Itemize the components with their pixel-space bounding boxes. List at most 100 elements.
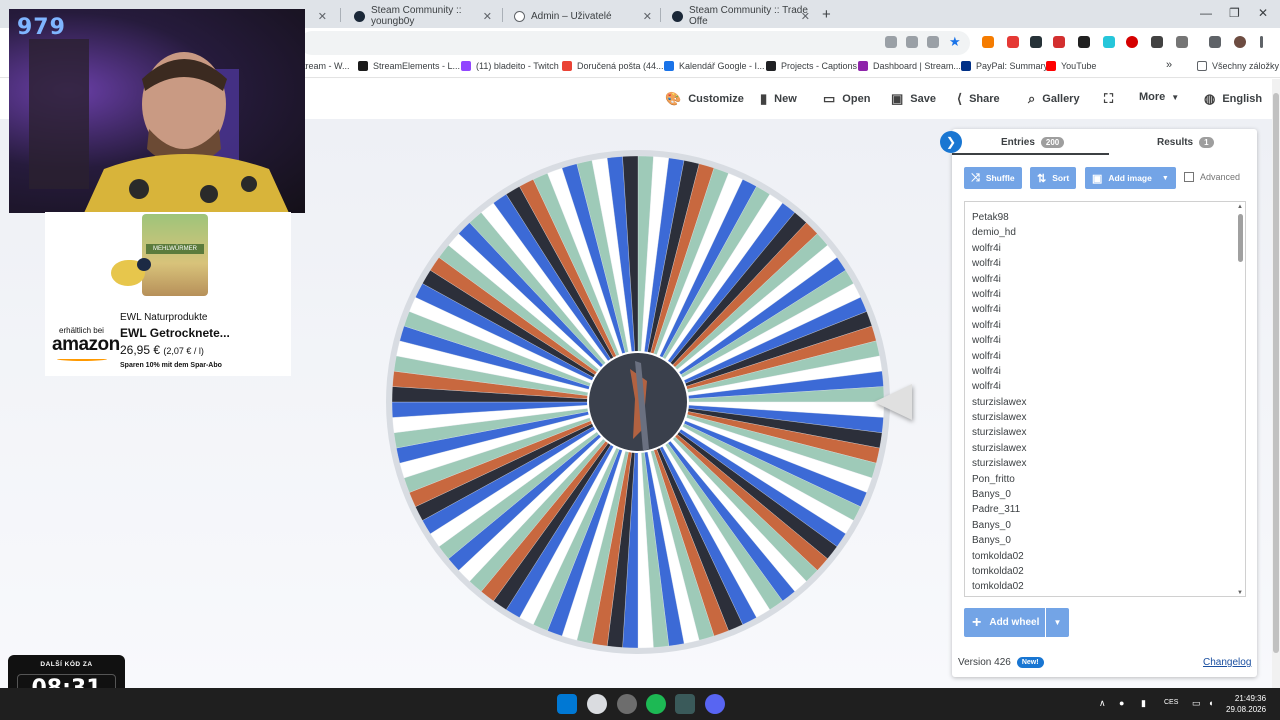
close-window-icon[interactable]: ✕ xyxy=(1258,6,1268,20)
fullscreen-button[interactable]: ⛶ xyxy=(1104,91,1120,107)
entry-line[interactable]: wolfr4i xyxy=(965,333,1026,348)
obs-icon[interactable] xyxy=(617,694,637,714)
entry-line[interactable]: Petak98 xyxy=(965,210,1026,225)
entry-line[interactable]: sturzislawex xyxy=(965,395,1026,410)
browser-tab-steam-profile[interactable]: Steam Community :: youngb0y ✕ xyxy=(344,4,500,28)
gallery-button[interactable]: ⌕ Gallery xyxy=(1028,91,1080,107)
changelog-link[interactable]: Changelog xyxy=(1203,657,1251,668)
extension-icon[interactable] xyxy=(1007,36,1019,48)
more-menu-button[interactable]: More ▼ xyxy=(1139,91,1179,103)
browser-menu-icon[interactable] xyxy=(1260,36,1263,48)
entry-line[interactable]: Banys_0 xyxy=(965,518,1026,533)
address-bar[interactable] xyxy=(300,31,970,55)
entry-line[interactable]: wolfr4i xyxy=(965,287,1026,302)
entry-line[interactable]: Banys_0 xyxy=(965,487,1026,502)
bookmark-item[interactable]: YouTube xyxy=(1046,61,1096,71)
browser-tab-steam-trade[interactable]: Steam Community :: Trade Offe ✕ xyxy=(662,4,818,28)
tab-results[interactable]: Results 1 xyxy=(1157,137,1214,148)
entry-line[interactable]: Banys_0 xyxy=(965,533,1026,548)
entries-textarea[interactable]: Petak98 demio_hd wolfr4i wolfr4i wolfr4i wolf… xyxy=(964,201,1246,597)
reading-list-icon[interactable] xyxy=(1209,36,1221,48)
page-scrollbar[interactable] xyxy=(1272,79,1280,688)
extension-icon[interactable] xyxy=(1078,36,1090,48)
entry-line[interactable]: wolfr4i xyxy=(965,256,1026,271)
scroll-up-icon[interactable]: ▲ xyxy=(1237,204,1243,210)
open-button[interactable]: ▭ Open xyxy=(823,91,870,107)
entry-line[interactable]: wolfr4i xyxy=(965,272,1026,287)
save-button[interactable]: ▣ Save xyxy=(891,91,936,107)
bookmark-item[interactable]: Doručená pošta (44... xyxy=(562,61,664,71)
bookmark-item[interactable]: Dashboard | Stream... xyxy=(858,61,961,71)
tray-overflow-icon[interactable]: ∧ xyxy=(1099,698,1106,709)
close-tab-icon[interactable]: ✕ xyxy=(801,10,810,23)
collapse-panel-button[interactable]: ❯ xyxy=(940,131,962,153)
entry-line[interactable]: wolfr4i xyxy=(965,379,1026,394)
start-menu-icon[interactable] xyxy=(557,694,577,714)
bookmark-item[interactable]: Kalendář Google - I... xyxy=(664,61,765,71)
extension-icon[interactable] xyxy=(1030,36,1042,48)
bookmarks-overflow-button[interactable]: » xyxy=(1166,59,1172,71)
opera-icon[interactable] xyxy=(1126,36,1138,48)
entry-line[interactable]: Pon_fritto xyxy=(965,472,1026,487)
scroll-down-icon[interactable]: ▼ xyxy=(1237,590,1243,596)
entry-line[interactable]: Padre_311 xyxy=(965,502,1026,517)
ad-product-title[interactable]: EWL Getrocknete... xyxy=(120,326,230,340)
microphone-icon[interactable]: ▮ xyxy=(1141,698,1146,709)
chrome-icon[interactable] xyxy=(587,694,607,714)
system-clock[interactable]: 21:49:36 29.08.2026 xyxy=(1226,693,1266,715)
extension-icon[interactable] xyxy=(982,36,994,48)
page-scrollbar-thumb[interactable] xyxy=(1273,93,1279,653)
add-wheel-button[interactable]: + Add wheel ▼ xyxy=(964,608,1069,637)
shuffle-button[interactable]: ⤨ Shuffle xyxy=(964,167,1022,189)
sort-button[interactable]: ⇅ Sort xyxy=(1030,167,1077,189)
entry-line[interactable]: sturzislawex xyxy=(965,441,1026,456)
add-image-button[interactable]: ▣ Add image ▼ xyxy=(1085,167,1176,189)
terminal-icon[interactable] xyxy=(675,694,695,714)
volume-icon[interactable]: ◖ xyxy=(1208,698,1213,708)
add-wheel-dropdown-icon[interactable]: ▼ xyxy=(1045,608,1069,637)
tab-entries[interactable]: Entries 200 xyxy=(1001,137,1065,148)
entry-line[interactable]: sturzislawex xyxy=(965,456,1026,471)
entry-line[interactable]: sturzislawex xyxy=(965,410,1026,425)
translate-off-icon[interactable] xyxy=(885,36,897,48)
discord-icon[interactable] xyxy=(705,694,725,714)
close-tab-icon[interactable]: ✕ xyxy=(318,10,327,23)
bookmark-item[interactable]: PayPal: Summary xyxy=(961,61,1048,71)
translate-icon[interactable] xyxy=(906,36,918,48)
browser-tab-admin[interactable]: Admin – Uživatelé ✕ xyxy=(504,4,660,28)
amazon-ad[interactable]: MEHLWÜRMER erhältlich bei amazon EWL Nat… xyxy=(45,212,291,376)
spotify-icon[interactable] xyxy=(646,694,666,714)
zoom-icon[interactable] xyxy=(927,36,939,48)
advanced-checkbox[interactable]: Advanced xyxy=(1184,172,1240,182)
extension-icon[interactable] xyxy=(1053,36,1065,48)
customize-button[interactable]: 🎨 Customize xyxy=(665,91,744,107)
extension-icon[interactable] xyxy=(1151,36,1163,48)
maximize-icon[interactable]: ❐ xyxy=(1229,6,1240,20)
minimize-icon[interactable]: — xyxy=(1200,6,1212,20)
bookmark-item[interactable]: StreamElements - L... xyxy=(358,61,460,71)
extension-icon[interactable] xyxy=(1103,36,1115,48)
entry-line[interactable]: wolfr4i xyxy=(965,364,1026,379)
share-button[interactable]: ⟨ Share xyxy=(957,91,1000,107)
entry-line[interactable]: sturzislawex xyxy=(965,425,1026,440)
checkbox-box[interactable] xyxy=(1184,172,1194,182)
close-tab-icon[interactable]: ✕ xyxy=(643,10,652,23)
new-tab-icon[interactable]: + xyxy=(822,6,831,23)
entry-line[interactable]: tomkolda02 xyxy=(965,564,1026,579)
entry-line[interactable]: tomkolda02 xyxy=(965,579,1026,594)
language-button[interactable]: ◍ English xyxy=(1204,91,1262,107)
entry-line[interactable]: demio_hd xyxy=(965,225,1026,240)
entry-line[interactable]: tomkolda02 xyxy=(965,549,1026,564)
entry-line[interactable]: wolfr4i xyxy=(965,302,1026,317)
entry-line[interactable]: wolfr4i xyxy=(965,349,1026,364)
close-tab-icon[interactable]: ✕ xyxy=(483,10,492,23)
entry-line[interactable]: wolfr4i xyxy=(965,318,1026,333)
bookmark-star-icon[interactable]: ★ xyxy=(949,34,961,50)
steam-tray-icon[interactable]: ● xyxy=(1119,698,1124,708)
bookmark-item[interactable]: Projects - Captions xyxy=(766,61,857,71)
new-button[interactable]: ▮ New xyxy=(760,91,797,107)
profile-avatar[interactable] xyxy=(1234,36,1246,48)
scrollbar-thumb[interactable] xyxy=(1238,214,1243,262)
entry-line[interactable]: wolfr4i xyxy=(965,241,1026,256)
entries-scrollbar[interactable]: ▲ ▼ xyxy=(1237,204,1243,596)
